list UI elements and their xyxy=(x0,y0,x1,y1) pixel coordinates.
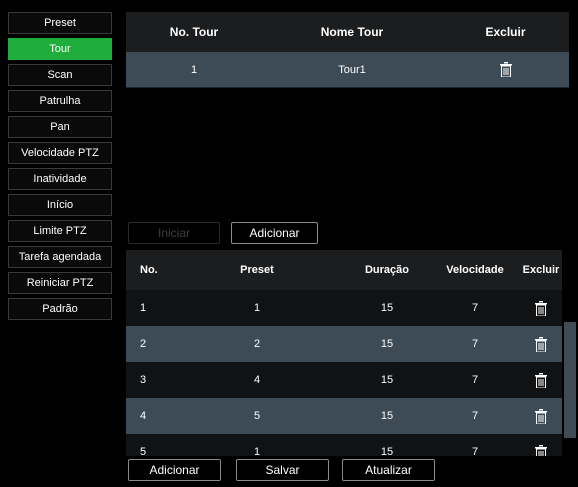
row-duration: 15 xyxy=(380,338,394,350)
sidebar-item-velocidade-ptz[interactable]: Velocidade PTZ xyxy=(8,142,112,164)
table-row[interactable]: 4 5 15 7 xyxy=(126,398,562,434)
add-preset-button[interactable]: Adicionar xyxy=(128,459,221,481)
sidebar-item-preset[interactable]: Preset xyxy=(8,12,112,34)
col-header-excluir: Excluir xyxy=(485,25,526,39)
table-row[interactable]: 1 1 15 7 xyxy=(126,290,562,326)
scrollbar-thumb[interactable] xyxy=(564,322,576,438)
start-tour-button[interactable]: Iniciar xyxy=(128,222,220,244)
col-header-duracao: Duração xyxy=(364,264,410,276)
tour-table: No. Tour Nome Tour Excluir 1 Tour1 xyxy=(126,12,569,88)
delete-row-button[interactable] xyxy=(520,434,562,456)
sidebar-item-limite-ptz[interactable]: Limite PTZ xyxy=(8,220,112,242)
trash-icon xyxy=(535,444,547,456)
row-number: 2 xyxy=(140,338,147,350)
row-speed: 7 xyxy=(471,374,479,386)
row-number: 1 xyxy=(140,302,147,314)
tour-table-header: No. Tour Nome Tour Excluir xyxy=(126,12,569,52)
tour-number: 1 xyxy=(190,63,198,76)
preset-table-header: No. Preset Duração Velocidade Excluir xyxy=(126,250,562,290)
row-number: 5 xyxy=(140,446,147,456)
table-row[interactable]: 2 2 15 7 xyxy=(126,326,562,362)
row-number: 3 xyxy=(140,374,147,386)
col-header-excluir: Excluir xyxy=(522,264,560,276)
sidebar-item-padrao[interactable]: Padrão xyxy=(8,298,112,320)
ptz-sidebar: Preset Tour Scan Patrulha Pan Velocidade… xyxy=(8,12,112,324)
col-header-velocidade: Velocidade xyxy=(446,264,504,276)
sidebar-item-pan[interactable]: Pan xyxy=(8,116,112,138)
col-header-nome-tour: Nome Tour xyxy=(320,25,384,39)
preset-table: No. Preset Duração Velocidade Excluir 1 … xyxy=(126,250,562,456)
sidebar-item-patrulha[interactable]: Patrulha xyxy=(8,90,112,112)
row-duration: 15 xyxy=(380,410,394,422)
row-preset: 5 xyxy=(253,410,261,422)
delete-row-button[interactable] xyxy=(520,290,562,326)
delete-row-button[interactable] xyxy=(520,362,562,398)
sidebar-item-inatividade[interactable]: Inatividade xyxy=(8,168,112,190)
sidebar-item-tarefa-agendada[interactable]: Tarefa agendada xyxy=(8,246,112,268)
sidebar-item-reiniciar-ptz[interactable]: Reiniciar PTZ xyxy=(8,272,112,294)
sidebar-item-inicio[interactable]: Início xyxy=(8,194,112,216)
trash-icon xyxy=(535,372,547,388)
delete-row-button[interactable] xyxy=(520,398,562,434)
row-duration: 15 xyxy=(380,302,394,314)
row-speed: 7 xyxy=(471,446,479,456)
row-number: 4 xyxy=(140,410,147,422)
trash-icon xyxy=(535,300,547,316)
row-preset: 1 xyxy=(253,446,261,456)
delete-row-button[interactable] xyxy=(520,326,562,362)
row-preset: 1 xyxy=(253,302,261,314)
table-row[interactable]: 5 1 15 7 xyxy=(126,434,562,456)
save-button[interactable]: Salvar xyxy=(236,459,329,481)
refresh-button[interactable]: Atualizar xyxy=(342,459,435,481)
row-duration: 15 xyxy=(380,374,394,386)
table-row[interactable]: 3 4 15 7 xyxy=(126,362,562,398)
trash-icon xyxy=(535,336,547,352)
row-duration: 15 xyxy=(380,446,394,456)
delete-tour-button[interactable] xyxy=(442,52,569,87)
table-row[interactable]: 1 Tour1 xyxy=(126,52,569,88)
col-header-no-tour: No. Tour xyxy=(169,25,219,39)
trash-icon xyxy=(535,408,547,424)
col-header-no: No. xyxy=(140,264,158,276)
row-speed: 7 xyxy=(471,410,479,422)
sidebar-item-scan[interactable]: Scan xyxy=(8,64,112,86)
row-preset: 4 xyxy=(253,374,261,386)
add-tour-button[interactable]: Adicionar xyxy=(231,222,318,244)
col-header-preset: Preset xyxy=(240,264,274,276)
sidebar-item-tour[interactable]: Tour xyxy=(8,38,112,60)
tour-name: Tour1 xyxy=(338,63,366,76)
row-speed: 7 xyxy=(471,338,479,350)
row-preset: 2 xyxy=(253,338,261,350)
trash-icon xyxy=(499,62,512,77)
row-speed: 7 xyxy=(471,302,479,314)
